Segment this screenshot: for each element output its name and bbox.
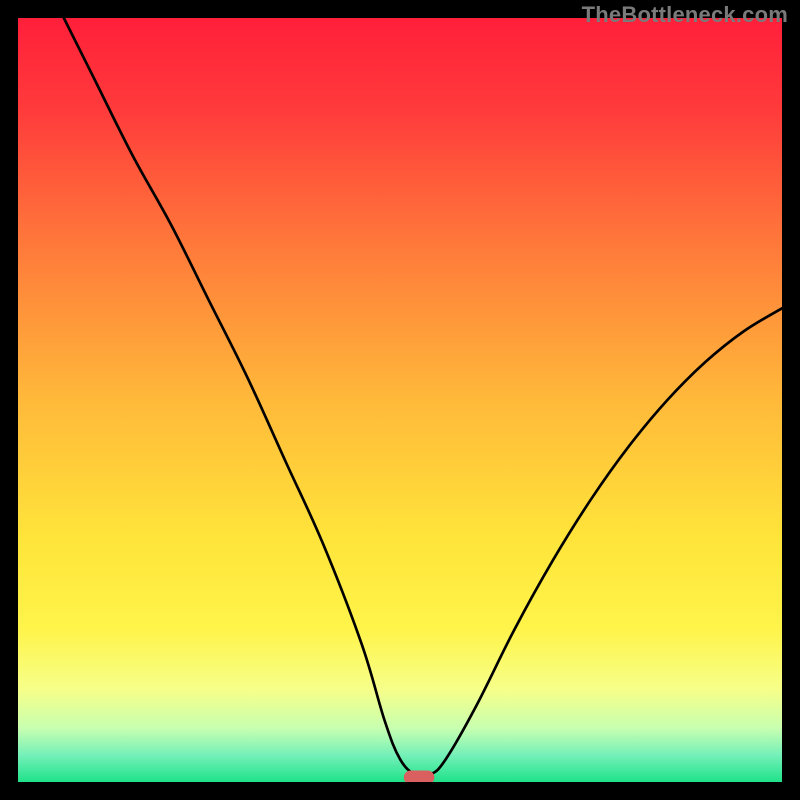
plot-area [18,18,782,782]
attribution-watermark: TheBottleneck.com [582,2,788,28]
chart-svg [18,18,782,782]
minimum-marker [404,771,435,782]
chart-frame: TheBottleneck.com [0,0,800,800]
